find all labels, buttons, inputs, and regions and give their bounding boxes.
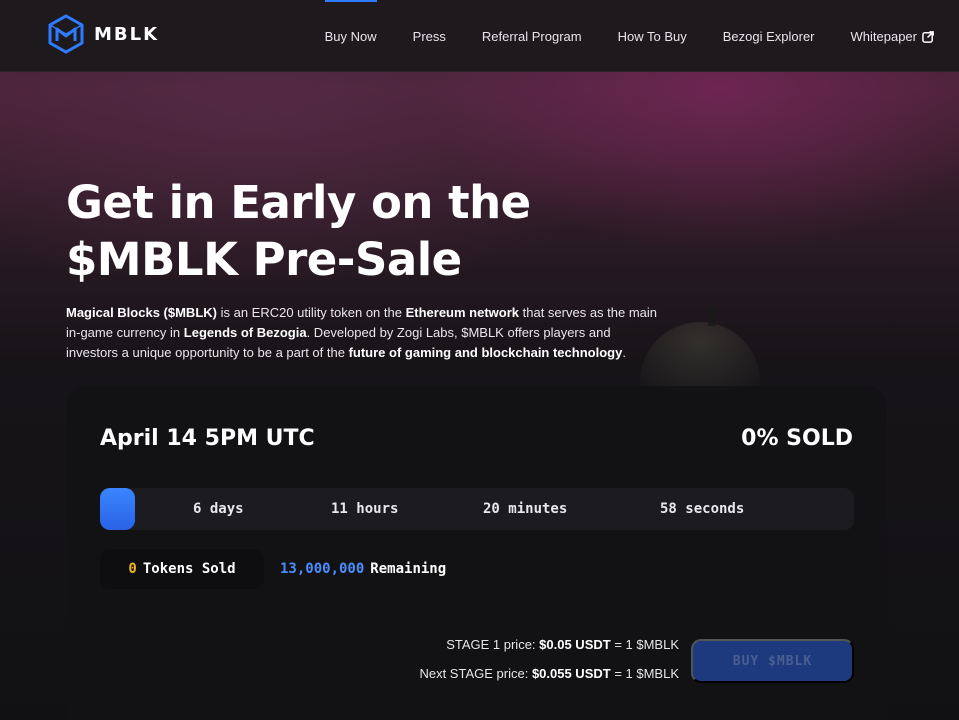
- countdown-bar: 6 days 11 hours 20 minutes 58 seconds: [100, 488, 854, 530]
- main-nav: Buy Now Press Referral Program How To Bu…: [289, 0, 935, 72]
- stage-price: STAGE 1 price: $0.05 USDT = 1 $MBLK: [446, 637, 679, 652]
- tokens-remaining: 13,000,000 Remaining: [280, 549, 446, 589]
- hero-description: Magical Blocks ($MBLK) is an ERC20 utili…: [66, 303, 666, 363]
- external-link-icon: [922, 30, 934, 43]
- nav-referral-program[interactable]: Referral Program: [482, 0, 582, 72]
- next-stage-price-value: $0.055 USDT: [531, 666, 611, 681]
- desc-token-name: Magical Blocks ($MBLK): [66, 305, 217, 320]
- hero-title-line1: Get in Early on the: [66, 176, 531, 229]
- next-stage-price-prefix: Next STAGE price:: [419, 666, 532, 681]
- brand-logo[interactable]: MBLK: [48, 14, 159, 54]
- nav-buy-now[interactable]: Buy Now: [324, 0, 377, 72]
- mblk-logo-icon: [48, 14, 84, 54]
- nav-whitepaper-label: Whitepaper: [850, 28, 917, 44]
- desc-network: Ethereum network: [405, 305, 520, 320]
- hero-title: Get in Early on the $MBLK Pre-Sale: [66, 174, 626, 288]
- countdown-minutes: 20 minutes: [483, 501, 568, 517]
- top-navbar: MBLK Buy Now Press Referral Program How …: [0, 0, 959, 72]
- desc-future: future of gaming and blockchain technolo…: [348, 345, 623, 360]
- tokens-sold-label: Tokens Sold: [142, 561, 236, 577]
- nav-press[interactable]: Press: [413, 0, 446, 72]
- tokens-sold-value: 0: [128, 561, 137, 577]
- countdown-seconds: 58 seconds: [660, 501, 745, 517]
- countdown-hours: 11 hours: [331, 501, 399, 517]
- next-stage-price-suffix: = 1 $MBLK: [610, 666, 679, 681]
- brand-name: MBLK: [94, 23, 160, 45]
- sold-percent: 0% SOLD: [741, 426, 853, 451]
- nav-bezogi-explorer[interactable]: Bezogi Explorer: [723, 0, 815, 72]
- presale-card: April 14 5PM UTC 0% SOLD 6 days 11 hours…: [66, 386, 887, 720]
- hero-title-line2: $MBLK Pre-Sale: [66, 233, 462, 286]
- stage-price-value: $0.05 USDT: [539, 637, 611, 652]
- background-figure-image: [708, 306, 716, 326]
- desc-text-1: is an ERC20 utility token on the: [216, 305, 406, 320]
- nav-how-to-buy[interactable]: How To Buy: [618, 0, 687, 72]
- desc-game-name: Legends of Bezogia: [183, 325, 307, 340]
- stage-price-suffix: = 1 $MBLK: [610, 637, 679, 652]
- tokens-sold-badge: 0 Tokens Sold: [100, 549, 264, 589]
- nav-whitepaper[interactable]: Whitepaper: [851, 0, 935, 72]
- next-stage-price: Next STAGE price: $0.055 USDT = 1 $MBLK: [419, 666, 679, 681]
- sale-date: April 14 5PM UTC: [100, 426, 315, 451]
- remaining-value: 13,000,000: [280, 561, 365, 577]
- desc-text-4: .: [622, 345, 626, 360]
- stage-price-prefix: STAGE 1 price:: [446, 637, 540, 652]
- buy-mblk-button[interactable]: BUY $MBLK: [691, 639, 854, 683]
- countdown-days: 6 days: [193, 501, 244, 517]
- sale-progress-fill: [100, 488, 135, 530]
- remaining-label: Remaining: [370, 561, 447, 577]
